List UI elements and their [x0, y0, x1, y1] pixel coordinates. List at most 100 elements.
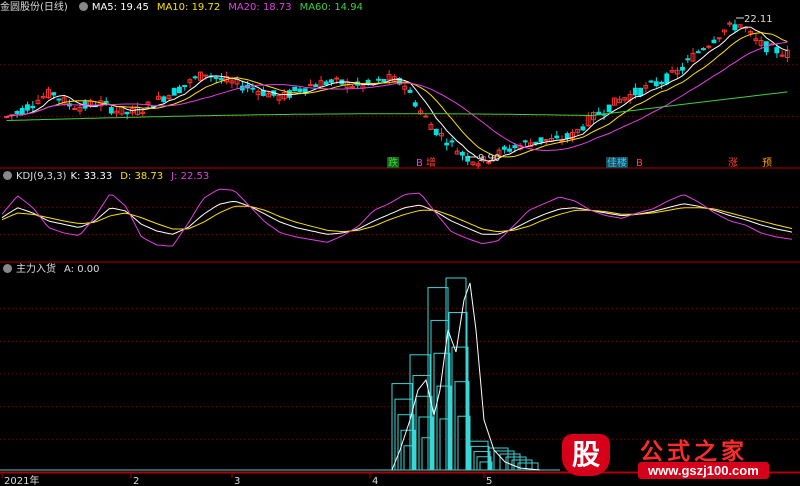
candle-body	[412, 102, 418, 107]
candle-body	[659, 81, 664, 85]
price-candles[interactable]	[4, 19, 790, 169]
chart-canvas: 22.119.90跌 B 增佳楼 B 涨预 2021年 2 3 4 5	[0, 14, 800, 486]
flow-legend: 主力入货 A: 0.00	[0, 263, 107, 277]
low-price-label: 9.90	[478, 153, 500, 164]
kdj-lines	[1, 188, 793, 247]
x-tick-label: 5	[486, 476, 492, 486]
candle-body	[564, 133, 570, 139]
candle-body	[501, 146, 507, 150]
settings-dot-icon[interactable]	[78, 2, 88, 11]
candle-body	[685, 58, 691, 61]
candle-body	[381, 78, 387, 83]
signal-mark: 预	[762, 157, 772, 169]
kdj-dot-icon[interactable]	[3, 171, 12, 180]
candle-body	[19, 107, 25, 115]
ma5-label: MA5: 19.45	[91, 2, 149, 13]
candle-body	[213, 76, 219, 79]
j-label: J: 22.53	[171, 171, 210, 182]
ma60-label: MA60: 14.94	[299, 2, 363, 13]
watermark: 股 公式之家 www.gszj100.com	[560, 428, 800, 486]
candle-body	[14, 111, 20, 114]
candle-body	[25, 104, 30, 111]
grid-lines	[0, 64, 800, 473]
candle-body	[449, 140, 455, 143]
candle-body	[507, 148, 512, 152]
candle-body	[680, 66, 685, 71]
candle-body	[56, 98, 62, 101]
candle-body	[72, 108, 78, 111]
candle-body	[580, 126, 586, 131]
candle-body	[606, 104, 612, 113]
ma10-line	[6, 32, 788, 158]
signal-mark: B	[416, 158, 423, 169]
flow-dot-icon[interactable]	[3, 264, 12, 273]
candle-body	[218, 77, 224, 81]
flow-title: 主力入货	[16, 264, 56, 275]
candle-body	[632, 87, 638, 96]
candle-body	[711, 39, 717, 44]
candle-body	[554, 135, 560, 139]
candle-body	[124, 111, 130, 115]
candle-body	[51, 92, 57, 96]
watermark-logo: 股	[562, 434, 610, 476]
candle-body	[407, 89, 413, 93]
candle-body	[512, 145, 518, 149]
candle-body	[701, 48, 706, 51]
candle-body	[716, 37, 722, 40]
candle-body	[774, 47, 780, 54]
candle-body	[161, 96, 167, 102]
price-legend: 金圆股份(日线) MA5: 19.45 MA10: 19.72 MA20: 18.73…	[0, 1, 371, 15]
kdj-j-line	[1, 188, 793, 247]
signal-mark: B	[636, 158, 643, 169]
watermark-url: www.gszj100.com	[638, 462, 769, 479]
candle-body	[522, 140, 528, 143]
candle-body	[192, 76, 198, 79]
x-tick-label: 2	[133, 476, 139, 486]
candle-body	[459, 151, 465, 156]
x-tick-label: 3	[234, 476, 240, 486]
candle-body	[313, 84, 319, 88]
candle-body	[171, 87, 177, 96]
ma20-label: MA20: 18.73	[228, 2, 292, 13]
ma10-label: MA10: 19.72	[156, 2, 221, 13]
candle-body	[423, 115, 429, 118]
ma20-line	[6, 41, 788, 152]
k-label: K: 33.33	[70, 171, 113, 182]
candle-body	[664, 73, 670, 85]
candle-body	[292, 86, 298, 92]
watermark-title: 公式之家	[640, 439, 748, 465]
candle-body	[108, 107, 114, 114]
candle-body	[287, 90, 292, 98]
signal-mark: 佳楼	[607, 156, 627, 169]
candle-body	[302, 88, 308, 93]
price-annotations: 22.119.90跌 B 增佳楼 B 涨预	[387, 14, 773, 169]
candle-body	[376, 78, 381, 81]
signal-mark: 涨	[728, 157, 738, 169]
candle-body	[177, 86, 182, 94]
candle-body	[706, 45, 712, 48]
candle-body	[323, 81, 329, 86]
candle-body	[103, 100, 109, 103]
candle-body	[297, 88, 303, 93]
candle-body	[349, 86, 355, 89]
candle-body	[653, 81, 659, 87]
kdj-legend: KDJ(9,3,3) K: 33.33 D: 38.73 J: 22.53	[0, 170, 217, 184]
signal-mark: 跌	[388, 156, 398, 169]
candle-body	[308, 84, 313, 87]
ma5-line	[6, 26, 788, 162]
moving-averages	[6, 26, 788, 162]
candle-body	[334, 77, 340, 80]
x-tick-label: 4	[372, 476, 378, 486]
high-price-label: 22.11	[744, 14, 773, 25]
candle-body	[695, 51, 701, 54]
d-label: D: 38.73	[120, 171, 164, 182]
price-title: 金圆股份(日线)	[0, 2, 68, 13]
signal-mark: 增	[426, 156, 436, 169]
candle-body	[328, 79, 334, 83]
candle-body	[182, 85, 188, 88]
candle-body	[250, 87, 256, 90]
candle-body	[732, 24, 738, 31]
x-tick-label: 2021年	[4, 474, 39, 486]
candle-body	[538, 137, 544, 143]
kdj-k-line	[1, 200, 793, 235]
